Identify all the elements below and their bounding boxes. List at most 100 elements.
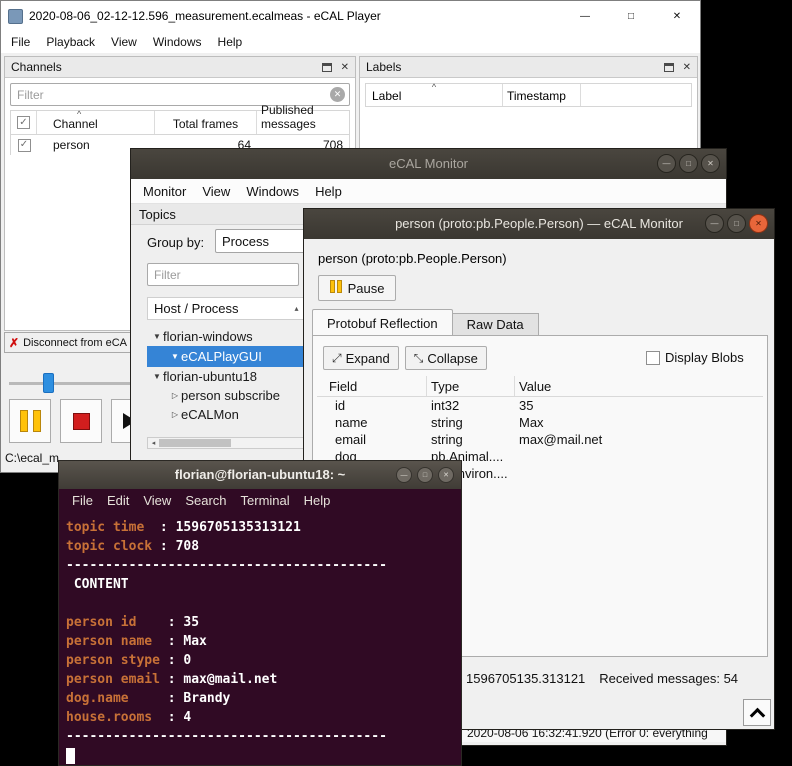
column-header-total-frames[interactable]: Total frames [155,111,257,134]
collapsed-arrow-icon[interactable]: ▷ [169,391,181,400]
maximize-button[interactable]: □ [727,214,746,233]
monitor-filter-input[interactable] [147,263,299,286]
column-header-filler [581,84,691,106]
monitor-menubar: Monitor View Windows Help [131,179,726,204]
topic-heading: person (proto:pb.People.Person) [318,251,507,266]
sort-ascending-icon: ^ [431,82,437,92]
display-blobs-option: Display Blobs [646,350,744,365]
scroll-top-button[interactable] [743,699,771,726]
pause-button[interactable] [9,399,51,443]
tab-bar: Protobuf Reflection Raw Data [312,309,539,336]
person-titlebar[interactable]: person (proto:pb.People.Person) — eCAL M… [304,209,774,239]
monitor-window-title: eCAL Monitor [389,156,468,171]
status-timestamp: 1596705135.313121 [466,671,586,686]
column-header-timestamp[interactable]: Timestamp [503,84,581,106]
labels-panel-header[interactable]: Labels ✕ [360,57,697,78]
labels-panel-title: Labels [366,60,402,74]
close-button[interactable]: ✕ [438,467,454,483]
player-window-title: 2020-08-06_02-12-12.596_measurement.ecal… [29,9,381,23]
expand-arrow-icon[interactable]: ▼ [169,352,181,361]
pause-button[interactable]: Pause [318,275,396,301]
person-window-title: person (proto:pb.People.Person) — eCAL M… [395,216,683,231]
maximize-button[interactable]: □ [679,154,698,173]
chevron-up-icon [749,707,765,723]
terminal-menu-edit[interactable]: Edit [100,493,136,508]
table-row[interactable]: id int32 35 [317,397,763,414]
disconnect-x-icon: ✗ [9,335,20,350]
menu-item-help[interactable]: Help [210,35,251,49]
column-header-published-messages[interactable]: Published messages [257,103,349,134]
scroll-left-icon[interactable]: ◂ [148,439,159,447]
terminal-titlebar[interactable]: florian@florian-ubuntu18: ~ — □ ✕ [59,461,461,489]
expand-arrow-icon[interactable]: ▼ [151,332,163,341]
tab-protobuf-reflection[interactable]: Protobuf Reflection [312,309,453,336]
player-titlebar[interactable]: 2020-08-06_02-12-12.596_measurement.ecal… [1,1,700,31]
column-header-channel[interactable]: ^ Channel [37,109,155,134]
close-button[interactable]: ✕ [749,214,768,233]
minimize-button[interactable]: — [705,214,724,233]
minimize-button[interactable]: — [562,1,608,31]
channels-table-header[interactable]: ✓ ^ Channel Total frames Published messa… [11,103,349,135]
select-all-checkbox[interactable]: ✓ [17,116,30,129]
terminal-menu-view[interactable]: View [136,493,178,508]
expand-button[interactable]: ⤢ Expand [323,346,399,370]
tab-raw-data[interactable]: Raw Data [452,313,539,336]
table-row[interactable]: email string max@mail.net [317,431,763,448]
labels-table-header: ^ Label Timestamp [365,83,692,107]
maximize-button[interactable]: □ [417,467,433,483]
menu-item-view[interactable]: View [194,184,238,199]
column-header-field[interactable]: Field [317,376,427,396]
display-blobs-checkbox[interactable] [646,350,660,365]
terminal-menubar: File Edit View Search Terminal Help [59,489,461,512]
slider-handle[interactable] [43,373,54,393]
menu-item-playback[interactable]: Playback [38,35,103,49]
terminal-menu-file[interactable]: File [65,493,100,508]
close-panel-icon[interactable]: ✕ [683,62,691,73]
menu-item-view[interactable]: View [103,35,145,49]
person-caption-buttons: — □ ✕ [705,214,768,233]
terminal-menu-terminal[interactable]: Terminal [234,493,297,508]
clear-filter-icon[interactable]: ✕ [330,87,345,102]
column-header-value[interactable]: Value [515,376,763,396]
column-header-type[interactable]: Type [427,376,515,396]
pause-icon [329,280,342,296]
sort-ascending-icon: ^ [77,109,82,119]
pause-label: Pause [347,280,385,296]
horizontal-scrollbar[interactable]: ◂ [147,437,319,449]
float-panel-icon[interactable] [663,62,674,72]
maximize-button[interactable]: □ [608,1,654,31]
menu-item-windows[interactable]: Windows [145,35,210,49]
close-panel-icon[interactable]: ✕ [341,62,349,73]
expand-arrow-icon[interactable]: ▼ [151,372,163,381]
float-panel-icon[interactable] [321,62,332,72]
column-header-label[interactable]: ^ Label [366,82,503,106]
stop-button[interactable] [60,399,102,443]
minimize-button[interactable]: — [396,467,412,483]
menu-item-windows[interactable]: Windows [238,184,307,199]
sort-indicator-icon: ▴ [294,304,299,313]
pause-icon [32,410,41,432]
monitor-titlebar[interactable]: eCAL Monitor — □ ✕ [131,149,726,179]
close-button[interactable]: ✕ [654,1,700,31]
minimize-button[interactable]: — [657,154,676,173]
menu-item-help[interactable]: Help [307,184,350,199]
close-button[interactable]: ✕ [701,154,720,173]
player-caption-buttons: — □ ✕ [562,1,700,31]
scrollbar-handle[interactable] [159,439,231,447]
collapse-button[interactable]: ⤡ Collapse [404,346,487,370]
terminal-menu-help[interactable]: Help [297,493,338,508]
collapsed-arrow-icon[interactable]: ▷ [169,410,181,419]
terminal-window: florian@florian-ubuntu18: ~ — □ ✕ File E… [58,460,462,766]
channel-checkbox[interactable]: ✓ [17,138,31,152]
channels-panel-header[interactable]: Channels ✕ [5,57,355,78]
group-by-value: Process [222,233,269,249]
display-blobs-label: Display Blobs [665,350,744,365]
expand-icon: ⤢ [332,350,342,365]
menu-item-file[interactable]: File [3,35,38,49]
menu-item-monitor[interactable]: Monitor [135,184,194,199]
terminal-menu-search[interactable]: Search [178,493,233,508]
table-row[interactable]: name string Max [317,414,763,431]
group-by-label: Group by: [147,235,205,250]
terminal-output[interactable]: topic time : 1596705135313121 topic cloc… [59,512,461,765]
monitor-filter [147,263,299,286]
